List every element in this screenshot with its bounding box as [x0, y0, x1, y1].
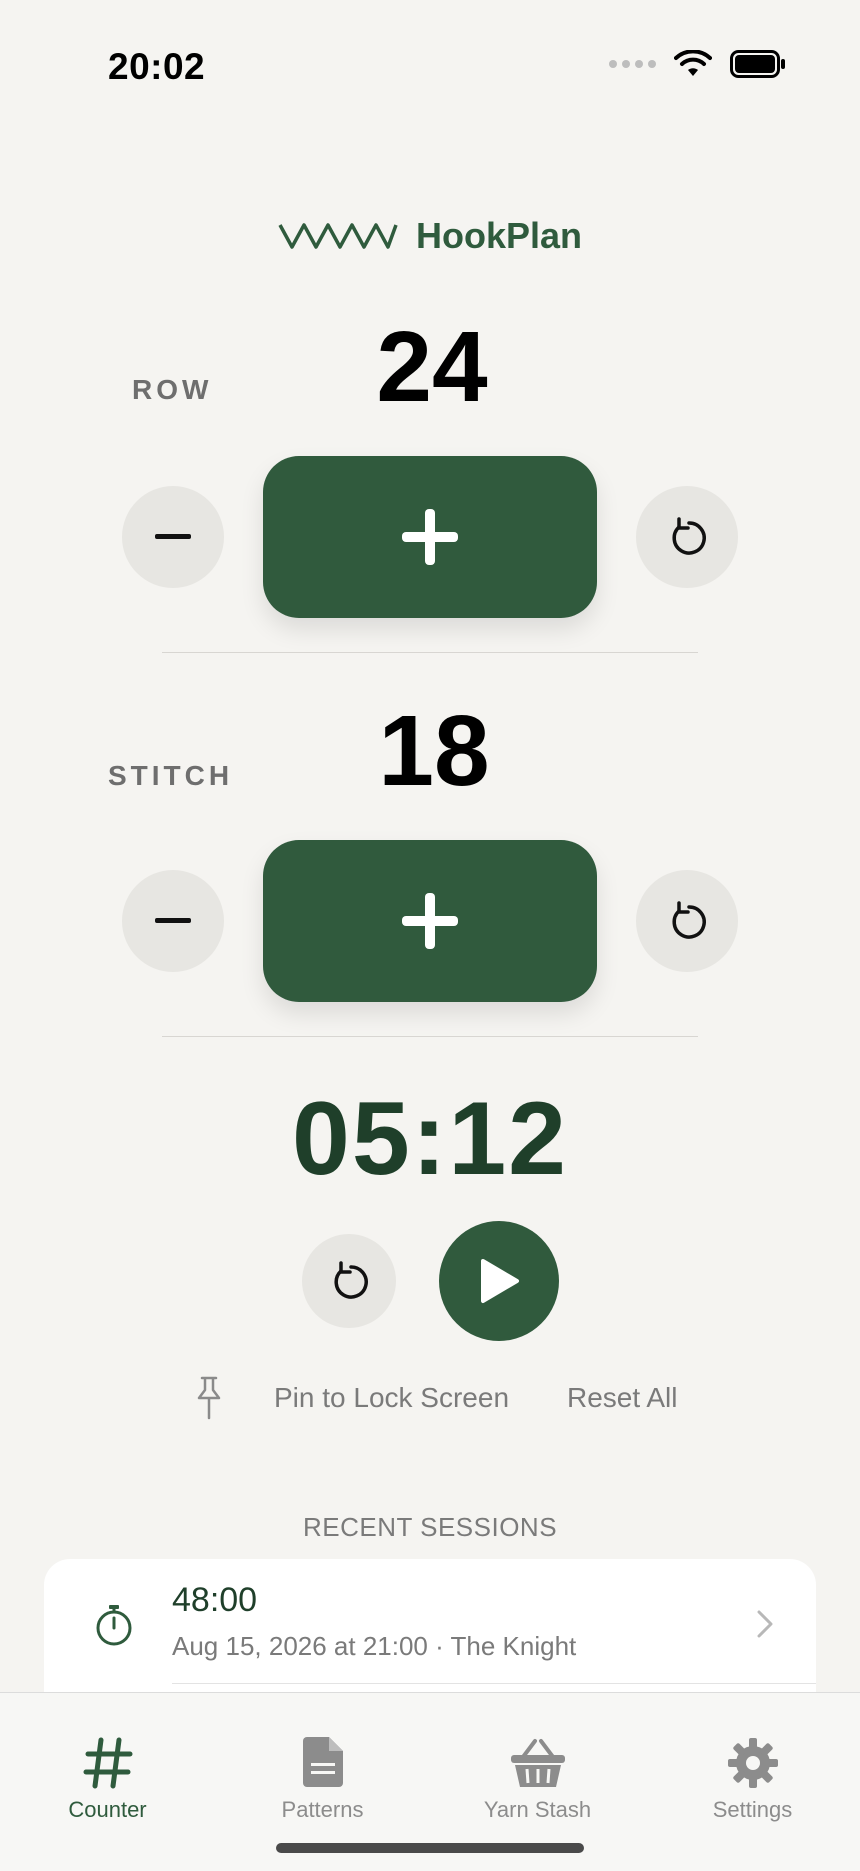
pin-icon — [197, 1376, 221, 1420]
document-icon — [302, 1737, 343, 1787]
app-name: HookPlan — [415, 215, 583, 256]
session-duration: 48:00 — [172, 1581, 258, 1619]
stitch-reset-button[interactable] — [636, 870, 738, 972]
pin-to-lock-screen-button[interactable]: Pin to Lock Screen — [274, 1382, 509, 1414]
wifi-icon — [674, 50, 712, 76]
gear-icon — [727, 1738, 778, 1788]
divider — [162, 652, 698, 653]
timer-reset-button[interactable] — [302, 1234, 396, 1328]
session-detail: Aug 15, 2026 at 21:00 · The Knight — [172, 1631, 577, 1661]
timer-play-button[interactable] — [439, 1221, 559, 1341]
minus-icon — [155, 918, 191, 923]
status-icons — [609, 50, 786, 78]
reset-arrow-icon — [334, 1261, 368, 1299]
tab-settings[interactable]: Settings — [645, 1693, 860, 1823]
row-decrement-button[interactable] — [122, 486, 224, 588]
status-time: 20:02 — [108, 46, 206, 87]
reset-all-button[interactable]: Reset All — [567, 1382, 678, 1414]
home-indicator — [276, 1843, 584, 1853]
tab-label: Settings — [712, 1797, 793, 1822]
list-item[interactable]: 48:00 Aug 15, 2026 at 21:00 · The Knight — [44, 1559, 816, 1683]
app-logo: HookPlan — [0, 215, 860, 257]
row-label: ROW — [132, 374, 213, 405]
chevron-right-icon — [757, 1610, 773, 1638]
basket-icon — [510, 1739, 565, 1787]
reset-arrow-icon — [672, 517, 706, 555]
tab-label: Yarn Stash — [483, 1797, 592, 1822]
stitch-wave-icon — [278, 223, 398, 249]
play-icon — [481, 1259, 519, 1303]
divider — [162, 1036, 698, 1037]
battery-icon — [730, 50, 785, 78]
cellular-signal-icon — [609, 60, 656, 68]
recent-sessions-title: RECENT SESSIONS — [302, 1512, 558, 1542]
divider — [172, 1683, 816, 1684]
tab-label: Counter — [68, 1797, 147, 1822]
plus-icon — [402, 893, 458, 949]
tab-label: Patterns — [281, 1797, 364, 1822]
reset-arrow-icon — [672, 901, 706, 939]
minus-icon — [155, 534, 191, 539]
plus-icon — [402, 509, 458, 565]
stitch-increment-button[interactable] — [263, 840, 597, 1002]
tab-counter[interactable]: Counter — [0, 1693, 215, 1823]
stitch-label: STITCH — [108, 760, 234, 791]
stitch-decrement-button[interactable] — [122, 870, 224, 972]
hash-icon — [83, 1737, 132, 1789]
tab-patterns[interactable]: Patterns — [215, 1693, 430, 1823]
session-timer: 05:12 — [292, 1081, 568, 1197]
tab-yarn-stash[interactable]: Yarn Stash — [430, 1693, 645, 1823]
stitch-count: 18 — [378, 695, 490, 807]
row-reset-button[interactable] — [636, 486, 738, 588]
row-count: 24 — [376, 311, 488, 423]
stopwatch-icon — [96, 1605, 132, 1646]
row-increment-button[interactable] — [263, 456, 597, 618]
